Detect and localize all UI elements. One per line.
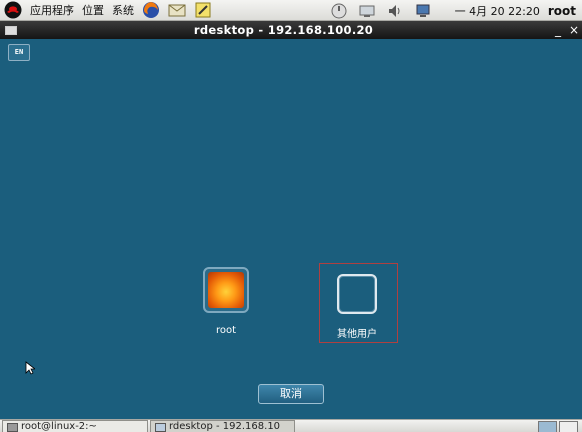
window-titlebar[interactable]: rdesktop - 192.168.100.20 _ × xyxy=(0,21,582,39)
minimize-button[interactable]: _ xyxy=(550,23,566,37)
volume-icon[interactable] xyxy=(387,3,403,19)
close-button[interactable]: × xyxy=(566,23,582,37)
menu-system[interactable]: 系统 xyxy=(108,0,138,21)
taskbar-item-label: root@linux-2:~ xyxy=(21,421,97,432)
workspace-1[interactable] xyxy=(538,421,557,432)
remote-desktop[interactable]: EN root 其他用户 取消 xyxy=(0,39,582,419)
user-tile-other[interactable] xyxy=(337,274,377,314)
taskbar-item-rdesktop[interactable]: rdesktop - 192.168.10 xyxy=(150,420,295,432)
redhat-logo-icon[interactable] xyxy=(4,1,22,19)
terminal-icon xyxy=(7,423,18,432)
display-icon[interactable] xyxy=(415,3,431,19)
clock[interactable]: 一 4月 20 22:20 xyxy=(455,3,540,19)
system-tray: 一 4月 20 22:20 root xyxy=(325,0,582,21)
mouse-cursor-icon xyxy=(25,361,35,375)
top-panel: 应用程序 位置 系统 一 4月 20 22:20 root xyxy=(0,0,582,21)
cancel-button[interactable]: 取消 xyxy=(258,384,324,404)
network-icon[interactable] xyxy=(359,3,375,19)
user-label-root: root xyxy=(215,325,237,336)
workspace-switcher xyxy=(536,421,578,432)
note-editor-icon[interactable] xyxy=(194,1,212,19)
taskbar-item-label: rdesktop - 192.168.10 xyxy=(169,421,281,432)
bottom-taskbar: root@linux-2:~ rdesktop - 192.168.10 xyxy=(0,419,582,432)
user-tile-root[interactable] xyxy=(203,267,249,313)
menu-places[interactable]: 位置 xyxy=(78,0,108,21)
power-icon[interactable] xyxy=(331,3,347,19)
window-icon xyxy=(155,423,166,432)
user-label-other: 其他用户 xyxy=(337,329,377,340)
taskbar-item-terminal[interactable]: root@linux-2:~ xyxy=(2,420,148,432)
user-avatar-flower xyxy=(208,272,244,308)
window-menu-icon[interactable] xyxy=(5,25,17,35)
language-indicator[interactable]: EN xyxy=(8,44,30,61)
workspace-2[interactable] xyxy=(559,421,578,432)
mail-icon[interactable] xyxy=(168,1,186,19)
menu-applications[interactable]: 应用程序 xyxy=(26,0,78,21)
user-name[interactable]: root xyxy=(548,4,576,18)
window-title: rdesktop - 192.168.100.20 xyxy=(193,23,374,37)
firefox-icon[interactable] xyxy=(142,1,160,19)
